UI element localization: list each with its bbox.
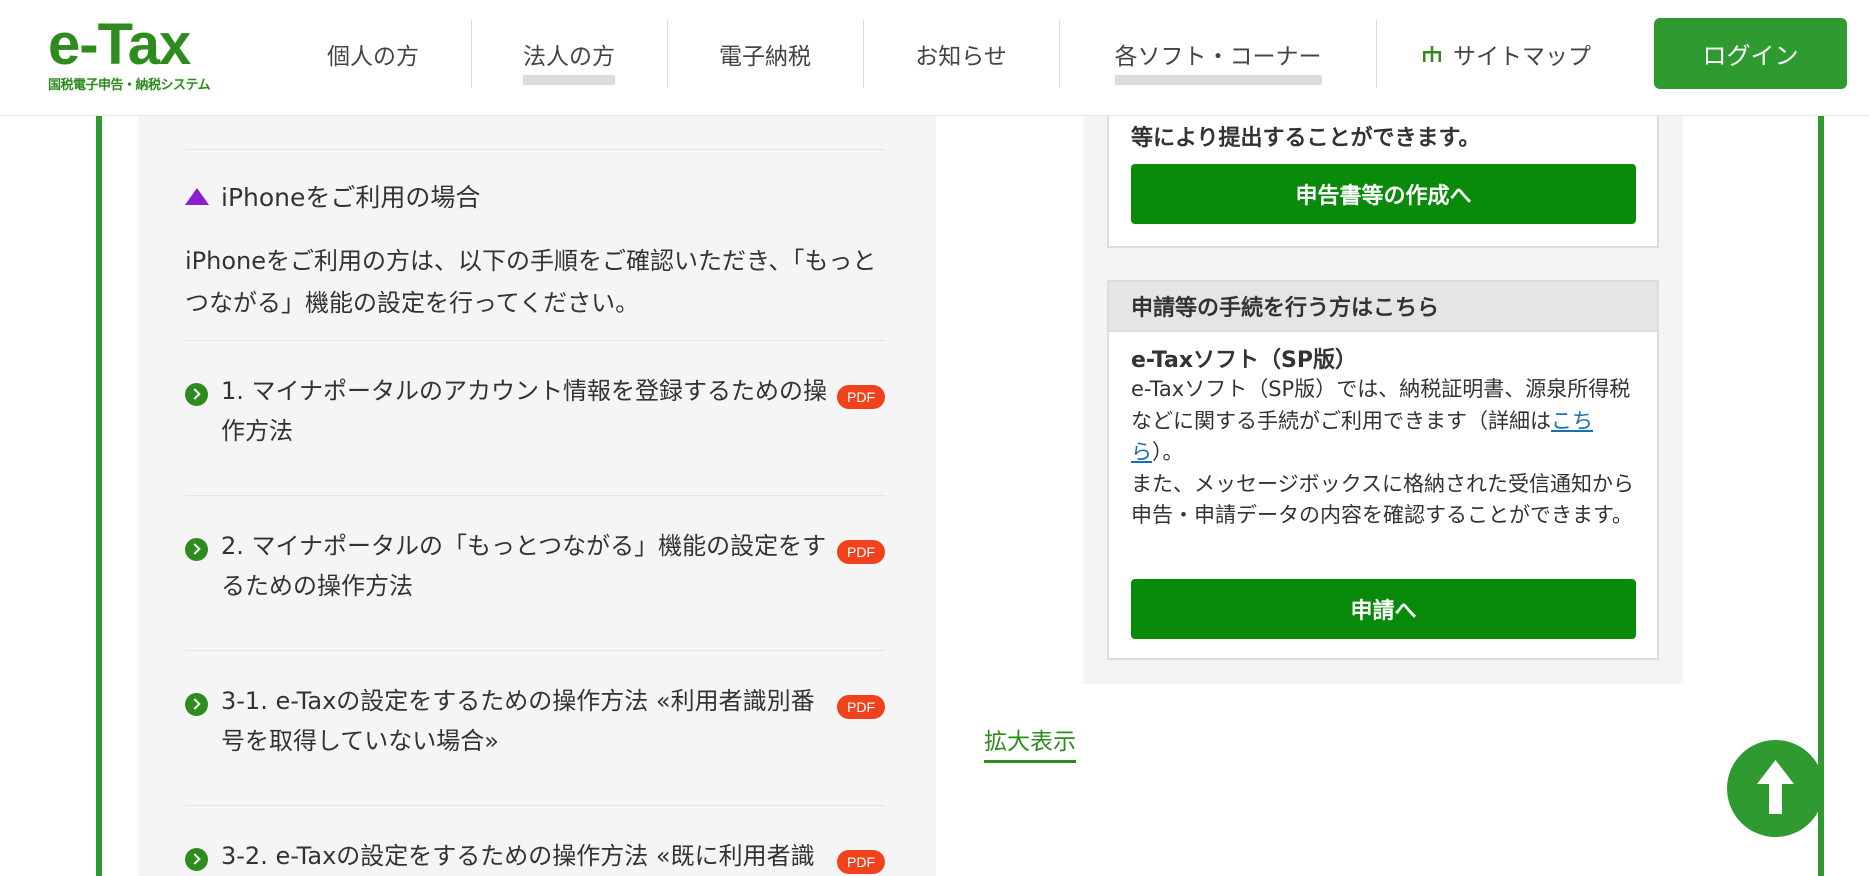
pdf-badge: PDF — [837, 850, 885, 874]
nav-label: 個人の方 — [327, 44, 419, 70]
application-box-body: e-Taxソフト（SP版）では、納税証明書、源泉所得税などに関する手続がご利用で… — [1131, 374, 1643, 532]
nav-individual[interactable]: 個人の方 — [275, 18, 471, 90]
arrow-up-icon — [1757, 760, 1794, 814]
create-return-text: 等により提出することができます。 — [1131, 126, 1481, 151]
nav-corporate[interactable]: 法人の方 — [471, 18, 667, 90]
nav-label: お知らせ — [915, 44, 1007, 70]
content-frame-left-border — [96, 116, 102, 876]
triangle-icon — [185, 187, 209, 205]
chevron-right-circle-icon — [185, 848, 208, 871]
nav-software-corner[interactable]: 各ソフト・コーナー — [1059, 18, 1377, 90]
create-return-button[interactable]: 申告書等の作成へ — [1131, 164, 1636, 224]
doc-link-text: 3-2. e-Taxの設定をするための操作方法 «既に利用者識 — [221, 842, 815, 870]
application-box: 申請等の手続を行う方はこちら e-Taxソフト（SP版） e-Taxソフト（SP… — [1107, 280, 1659, 660]
doc-link-2[interactable]: 2. マイナポータルの「もっとつながる」機能の設定をするための操作方法 PDF — [185, 495, 885, 650]
pdf-badge: PDF — [837, 385, 885, 409]
logo-title: e-Tax — [48, 12, 191, 77]
divider — [185, 149, 885, 150]
create-return-box: 等により提出することができます。 申告書等の作成へ — [1107, 116, 1659, 248]
sitemap-label: サイトマップ — [1453, 44, 1591, 70]
application-body-text: ）。 — [1152, 440, 1184, 464]
doc-link-4[interactable]: 3-2. e-Taxの設定をするための操作方法 «既に利用者識 PDF — [185, 805, 885, 876]
iphone-guide-panel: iPhoneをご利用の場合 iPhoneをご利用の方は、以下の手順をご確認いただ… — [138, 116, 936, 876]
pdf-badge: PDF — [837, 695, 885, 719]
sitemap-icon — [1421, 43, 1443, 65]
doc-link-3[interactable]: 3-1. e-Taxの設定をするための操作方法 «利用者識別番号を取得していない… — [185, 650, 885, 805]
sitemap-link[interactable]: サイトマップ — [1376, 18, 1636, 90]
service-guide-panel: 等により提出することができます。 申告書等の作成へ 申請等の手続を行う方はこちら… — [1083, 116, 1683, 684]
doc-link-text: 2. マイナポータルの「もっとつながる」機能の設定をするための操作方法 — [221, 532, 827, 600]
nav-news[interactable]: お知らせ — [863, 18, 1059, 90]
application-box-heading: 申請等の手続を行う方はこちら — [1109, 282, 1657, 332]
site-header: e-Tax 国税電子申告・納税システム 個人の方 法人の方 電子納税 お知らせ … — [0, 0, 1869, 116]
doc-link-1[interactable]: 1. マイナポータルのアカウント情報を登録するための操作方法 PDF — [185, 340, 885, 495]
pdf-badge: PDF — [837, 540, 885, 564]
application-body-text: また、メッセージボックスに格納された受信通知から申告・申請データの内容を確認する… — [1131, 471, 1634, 528]
doc-link-text: 3-1. e-Taxの設定をするための操作方法 «利用者識別番号を取得していない… — [221, 687, 815, 755]
zoom-link[interactable]: 拡大表示 — [984, 722, 1076, 763]
chevron-right-circle-icon — [185, 383, 208, 406]
section-description: iPhoneをご利用の方は、以下の手順をご確認いただき、「もっとつながる」機能の… — [185, 247, 877, 317]
apply-button[interactable]: 申請へ — [1131, 579, 1636, 639]
etax-logo[interactable]: e-Tax 国税電子申告・納税システム — [48, 14, 228, 94]
main-nav: 個人の方 法人の方 電子納税 お知らせ 各ソフト・コーナー — [275, 18, 1377, 90]
login-button[interactable]: ログイン — [1654, 18, 1847, 89]
nav-label: 電子納税 — [719, 44, 811, 70]
section-heading-text: iPhoneをご利用の場合 — [221, 183, 481, 212]
logo-subtitle: 国税電子申告・納税システム — [48, 78, 211, 93]
doc-link-text: 1. マイナポータルのアカウント情報を登録するための操作方法 — [221, 377, 828, 445]
nav-e-payment[interactable]: 電子納税 — [667, 18, 863, 90]
nav-label: 法人の方 — [523, 37, 615, 85]
chevron-right-circle-icon — [185, 538, 208, 561]
application-box-subtitle: e-Taxソフト（SP版） — [1131, 348, 1357, 373]
section-heading: iPhoneをご利用の場合 — [185, 178, 480, 214]
nav-label: 各ソフト・コーナー — [1114, 37, 1322, 85]
scroll-to-top-button[interactable] — [1727, 740, 1824, 837]
chevron-right-circle-icon — [185, 693, 208, 716]
